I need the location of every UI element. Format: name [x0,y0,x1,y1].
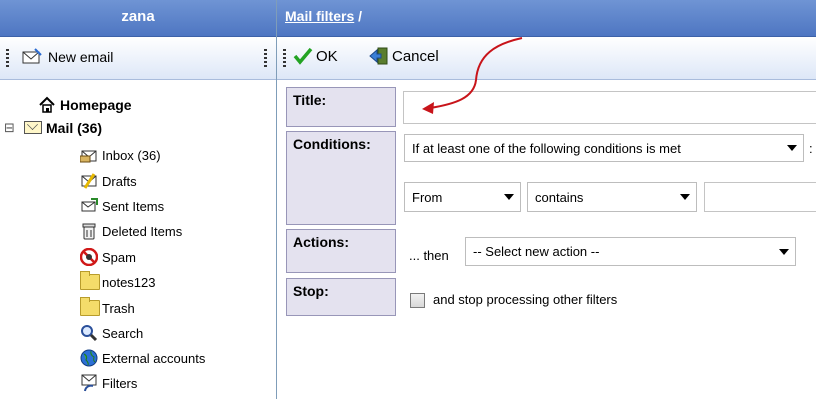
toolbar-grip[interactable] [6,49,9,69]
tree-item-label: Sent Items [102,198,165,214]
user-name-header: zana [0,0,276,37]
new-email-icon [22,48,42,66]
tree-item-notes123[interactable]: notes123 [80,271,156,291]
tree-item-search[interactable]: Search [80,324,143,342]
form-toolbar: OK Cancel [277,37,816,80]
tree-item-sent-items[interactable]: Sent Items [80,197,164,215]
actions-then-text: ... then [409,248,449,263]
tree-item-mail[interactable]: ⊟ Mail (36) [4,119,102,137]
tree-item-spam[interactable]: Spam [79,247,136,267]
toolbar-grip[interactable] [264,49,267,69]
stop-processing-text: and stop processing other filters [433,292,618,307]
folder-icon [80,271,100,291]
tree-item-label: Search [102,325,144,341]
mail-envelope-icon [24,119,42,137]
folder-icon [80,297,100,317]
trash-can-icon [80,222,98,240]
left-toolbar: New email [0,37,276,80]
checkmark-icon [293,47,313,65]
tree-item-label: Trash [102,300,135,316]
tree-item-label: Mail (36) [46,120,103,136]
exit-door-icon [369,47,388,65]
new-email-button[interactable]: New email [22,48,113,66]
tree-item-filters[interactable]: Filters [80,374,137,392]
condition-mode-suffix: : [809,141,813,156]
spam-icon [79,247,99,267]
tree-item-deleted-items[interactable]: Deleted Items [80,222,182,240]
drafts-icon [80,172,98,190]
condition-operator-select[interactable]: contains [527,182,697,212]
main-pane: Mail filters / OK Cancel Title: Conditio… [277,0,816,399]
dropdown-arrow-icon [779,248,789,255]
tree-item-label: Filters [102,375,138,391]
toolbar-grip[interactable] [283,49,286,69]
new-email-label: New email [48,49,114,65]
home-icon [38,96,56,114]
tree-item-inbox[interactable]: Inbox (36) [79,146,161,164]
action-select-value: -- Select new action -- [473,244,600,259]
globe-icon [80,349,98,367]
collapse-toggle-icon[interactable]: ⊟ [4,120,20,136]
condition-value-input[interactable] [704,182,816,212]
title-label: Title: [286,87,396,127]
tree-item-label: Inbox (36) [102,147,161,163]
search-icon [80,324,98,342]
condition-field-value: From [412,189,443,205]
dropdown-arrow-icon [680,194,690,200]
left-pane: zana New email Homepage ⊟ Mail (36) Inbo… [0,0,277,399]
ok-button[interactable]: OK [293,47,338,65]
sent-items-icon [80,197,98,215]
action-select[interactable]: -- Select new action -- [465,237,796,266]
dropdown-arrow-icon [787,145,797,151]
inbox-icon [79,146,98,164]
condition-mode-select[interactable]: If at least one of the following conditi… [404,134,804,162]
stop-label: Stop: [286,278,396,316]
dropdown-arrow-icon [504,194,514,200]
tree-item-label: Spam [102,249,136,265]
tree-item-external-accounts[interactable]: External accounts [80,349,205,367]
conditions-label: Conditions: [286,131,396,225]
condition-field-select[interactable]: From [404,182,521,212]
condition-mode-value: If at least one of the following conditi… [412,140,681,156]
breadcrumb: Mail filters / [285,8,362,24]
tree-item-label: Drafts [102,173,137,189]
tree-item-label: Deleted Items [102,223,183,239]
stop-processing-checkbox[interactable] [410,293,425,308]
tree-item-label: External accounts [102,350,206,366]
tree-item-homepage[interactable]: Homepage [38,96,132,114]
actions-label: Actions: [286,229,396,273]
filters-icon [80,374,98,392]
tree-item-label: notes123 [102,274,156,290]
annotation-arrow [422,37,523,114]
tree-item-drafts[interactable]: Drafts [80,172,137,190]
breadcrumb-separator: / [354,8,363,24]
breadcrumb-bar: Mail filters / [277,0,816,37]
ok-label: OK [316,47,338,65]
breadcrumb-link-mail-filters[interactable]: Mail filters [285,8,354,24]
tree-item-label: Homepage [60,97,132,113]
tree-item-trash[interactable]: Trash [80,297,135,317]
condition-operator-value: contains [535,189,584,205]
